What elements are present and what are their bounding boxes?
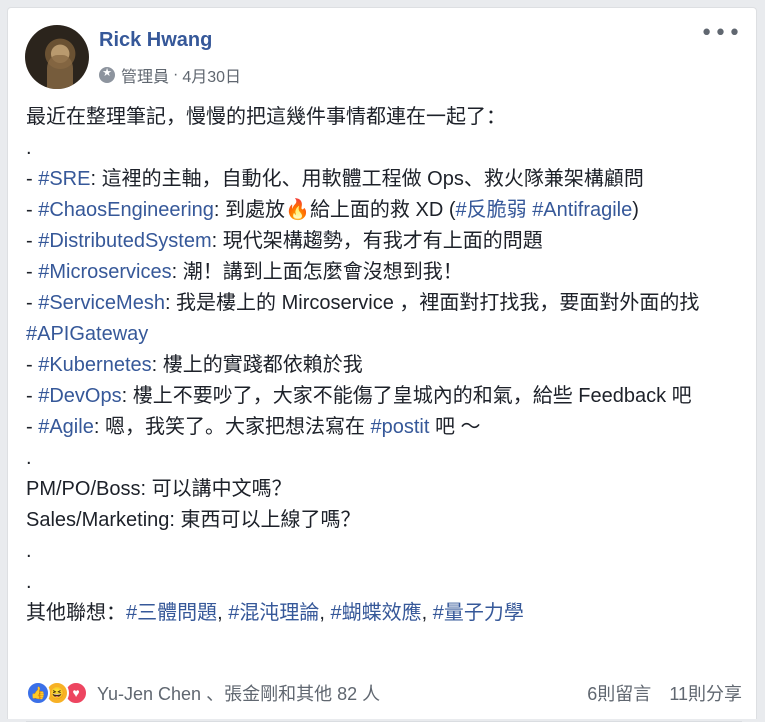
hashtag-distributed-system[interactable]: #DistributedSystem — [38, 230, 211, 252]
like-icon[interactable]: 👍 — [26, 681, 50, 705]
avatar[interactable] — [25, 25, 89, 89]
post-body: 最近在整理筆記，慢慢的把這幾件事情都連在一起了： . - #SRE: 這裡的主軸… — [26, 102, 746, 629]
hashtag-postit[interactable]: #postit — [371, 416, 430, 438]
line-intro: 最近在整理筆記，慢慢的把這幾件事情都連在一起了： — [26, 106, 506, 128]
line-agile: - #Agile: 嗯，我笑了。大家把想法寫在 #postit 吧 ～ — [26, 416, 481, 438]
post-meta: 管理員 · 4月30日 — [99, 63, 241, 87]
line-dot: . — [26, 447, 32, 469]
post-footer: 👍 😆 ♥ Yu-Jen Chen 、張金剛和其他 82 人 6則留言 11則分… — [26, 678, 742, 708]
hashtag-chaos-engineering[interactable]: #ChaosEngineering — [38, 199, 214, 221]
meta-separator: · — [173, 66, 179, 83]
line-distributed: - #DistributedSystem: 現代架構趨勢，有我才有上面的問題 — [26, 230, 543, 252]
hashtag-agile[interactable]: #Agile — [38, 416, 94, 438]
hashtag-antifragile[interactable]: #Antifragile — [532, 199, 632, 221]
reaction-names[interactable]: Yu-Jen Chen 、張金剛和其他 82 人 — [97, 680, 380, 706]
line-sre: - #SRE: 這裡的主軸，自動化、用軟體工程做 Ops、救火隊兼架構顧問 — [26, 168, 644, 190]
line-devops: - #DevOps: 樓上不要吵了，大家不能傷了皇城內的和氣，給些 Feedba… — [26, 385, 692, 407]
line-kubernetes: - #Kubernetes: 樓上的實踐都依賴於我 — [26, 354, 363, 376]
shares-count[interactable]: 11則分享 — [669, 680, 742, 706]
comments-count[interactable]: 6則留言 — [587, 680, 651, 706]
post-stats: 6則留言 11則分享 — [587, 680, 742, 706]
line-dot: . — [26, 137, 32, 159]
line-dot: . — [26, 540, 32, 562]
author-name[interactable]: Rick Hwang — [99, 29, 212, 52]
line-other: 其他聯想：#三體問題, #混沌理論, #蝴蝶效應, #量子力學 — [26, 602, 524, 624]
reaction-icons[interactable]: 👍 😆 ♥ — [26, 681, 88, 705]
role-label: 管理員 — [121, 69, 170, 86]
hashtag-butterfly-effect[interactable]: #蝴蝶效應 — [331, 602, 422, 624]
line-dot: . — [26, 571, 32, 593]
hashtag-fragile[interactable]: #反脆弱 — [456, 199, 527, 221]
post-card: Rick Hwang 管理員 · 4月30日 ••• 最近在整理筆記，慢慢的把這… — [7, 7, 757, 722]
line-pm: PM/PO/Boss: 可以講中文嗎？ — [26, 478, 292, 500]
hashtag-three-body[interactable]: #三體問題 — [126, 602, 217, 624]
admin-badge-icon — [99, 66, 115, 83]
post-date[interactable]: 4月30日 — [182, 63, 241, 87]
hashtag-chaos-theory[interactable]: #混沌理論 — [228, 602, 319, 624]
line-service-mesh: - #ServiceMesh: 我是樓上的 Mircoservice ，裡面對打… — [26, 292, 705, 345]
fire-icon: 🔥 — [285, 199, 310, 221]
hashtag-service-mesh[interactable]: #ServiceMesh — [38, 292, 165, 314]
hashtag-api-gateway[interactable]: #APIGateway — [26, 323, 148, 345]
line-chaos: - #ChaosEngineering: 到處放🔥給上面的救 XD (#反脆弱 … — [26, 199, 639, 221]
hashtag-microservices[interactable]: #Microservices — [38, 261, 171, 283]
hashtag-quantum-mechanics[interactable]: #量子力學 — [433, 602, 524, 624]
line-microservices: - #Microservices: 潮！講到上面怎麼會沒想到我！ — [26, 261, 463, 283]
more-options-icon[interactable]: ••• — [700, 23, 742, 45]
hashtag-sre[interactable]: #SRE — [38, 168, 90, 190]
line-sales: Sales/Marketing: 東西可以上線了嗎？ — [26, 509, 361, 531]
hashtag-kubernetes[interactable]: #Kubernetes — [38, 354, 151, 376]
hashtag-devops[interactable]: #DevOps — [38, 385, 121, 407]
